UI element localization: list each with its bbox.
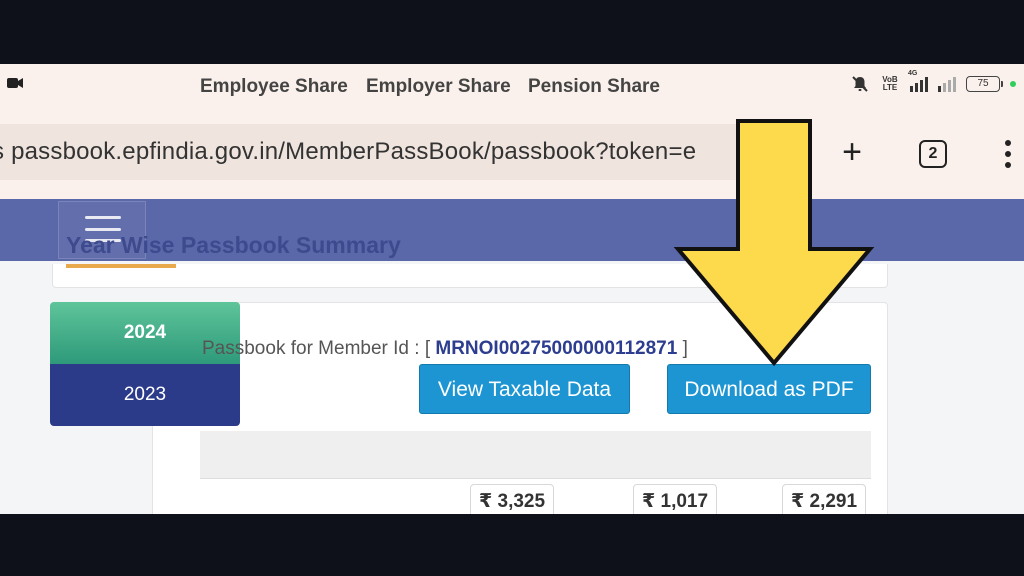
table-header — [200, 431, 871, 479]
signal-strength-icon: 4G — [908, 70, 928, 92]
title-underline — [66, 264, 176, 268]
status-bar: VoB LTE 4G 75 — [0, 64, 1024, 104]
download-pdf-button[interactable]: Download as PDF — [667, 364, 871, 414]
tab-year-2023[interactable]: 2023 — [50, 364, 240, 426]
url-text[interactable]: s passbook.epfindia.gov.in/MemberPassBoo… — [0, 138, 696, 166]
letterbox-bottom — [0, 514, 1024, 576]
page-title: Year Wise Passbook Summary — [66, 232, 401, 258]
privacy-indicator-dot — [1010, 81, 1016, 87]
member-id-prefix: Passbook for Member Id : [ — [202, 338, 431, 359]
signal-strength-sim2-icon — [938, 76, 956, 92]
member-id-line: Passbook for Member Id : [ MRNOI00275000… — [202, 338, 688, 360]
volte-indicator: VoB LTE — [882, 75, 898, 92]
more-menu-icon[interactable] — [1000, 138, 1016, 170]
battery-icon: 75 — [966, 76, 1003, 92]
view-taxable-data-button[interactable]: View Taxable Data — [419, 364, 630, 414]
member-id-value: MRNOI00275000000112871 — [435, 338, 678, 359]
status-icons: VoB LTE 4G 75 — [850, 70, 1016, 96]
year-tabs: 2024 2023 — [50, 302, 240, 427]
employer-share-amount: ₹ 1,017 — [633, 484, 718, 514]
tab-switcher-button[interactable]: 2 — [919, 140, 947, 168]
phone-screen: VoB LTE 4G 75 s passbook.epfindia.gov.in… — [0, 64, 1024, 514]
letterbox-top — [0, 0, 1024, 64]
address-bar[interactable]: s passbook.epfindia.gov.in/MemberPassBoo… — [0, 124, 770, 180]
video-camera-icon — [7, 78, 23, 88]
column-header-employer-share: Employer Share — [366, 76, 511, 97]
network-type-label: 4G — [908, 70, 918, 77]
pension-share-amount: ₹ 2,291 — [782, 484, 867, 514]
employee-share-amount: ₹ 3,325 — [470, 484, 555, 514]
column-header-employee-share: Employee Share — [200, 76, 348, 97]
column-header-pension-share: Pension Share — [528, 76, 660, 97]
notifications-muted-icon — [852, 76, 868, 92]
down-arrow-annotation-icon — [673, 119, 875, 367]
